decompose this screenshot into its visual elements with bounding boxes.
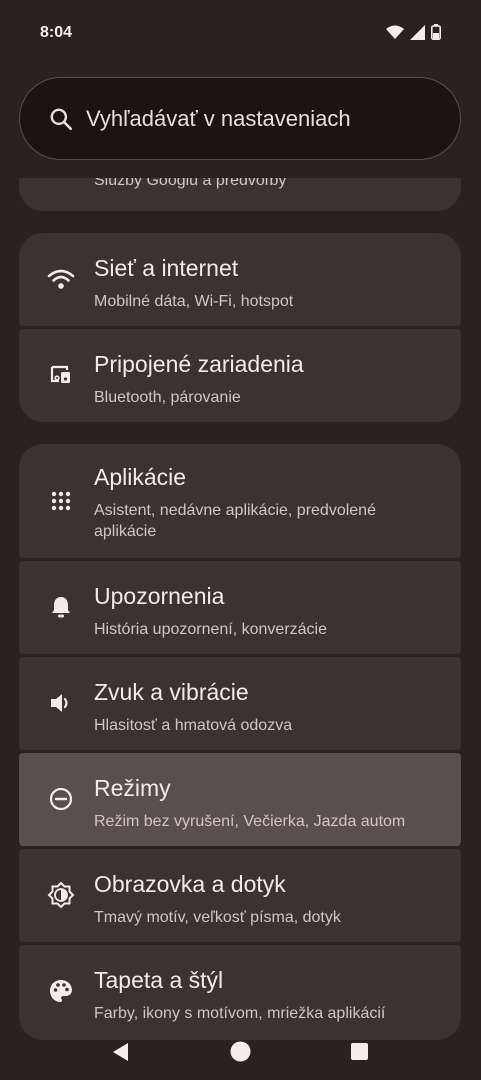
cell-signal-icon — [410, 24, 425, 40]
settings-item-subtitle: Režim bez vyrušení, Večierka, Jazda auto… — [94, 813, 406, 830]
settings-item-modes[interactable]: Režimy Režim bez vyrušení, Večierka, Jaz… — [19, 753, 461, 846]
settings-item-subtitle: Bluetooth, párovanie — [94, 389, 241, 406]
battery-icon — [431, 24, 441, 40]
settings-item-title: Pripojené zariadenia — [94, 351, 304, 377]
settings-item-subtitle: Služby Googlu a predvoľby — [94, 178, 287, 189]
settings-item-google[interactable]: Služby Googlu a predvoľby — [19, 178, 461, 211]
settings-item-apps[interactable]: Aplikácie Asistent, nedávne aplikácie, p… — [19, 444, 461, 558]
wifi-icon — [47, 265, 75, 293]
navigation-bar — [0, 1040, 481, 1080]
settings-item-subtitle: Hlasitosť a hmatová odozva — [94, 717, 293, 734]
settings-item-sound[interactable]: Zvuk a vibrácie Hlasitosť a hmatová odoz… — [19, 657, 461, 750]
status-time: 8:04 — [40, 24, 73, 41]
status-bar: 8:04 — [0, 0, 481, 70]
settings-item-title: Sieť a internet — [94, 255, 239, 281]
settings-item-subtitle: Farby, ikony s motívom, mriežka aplikáci… — [94, 1005, 386, 1022]
settings-item-title: Tapeta a štýl — [94, 967, 224, 993]
palette-icon — [47, 977, 75, 1005]
settings-item-title: Zvuk a vibrácie — [94, 679, 249, 705]
back-button[interactable] — [111, 1042, 129, 1062]
settings-item-subtitle: Tmavý motív, veľkosť písma, dotyk — [94, 909, 341, 926]
settings-item-wallpaper-style[interactable]: Tapeta a štýl Farby, ikony s motívom, mr… — [19, 945, 461, 1040]
settings-item-notifications[interactable]: Upozornenia História upozornení, konverz… — [19, 561, 461, 654]
recents-button[interactable] — [351, 1043, 368, 1060]
settings-item-connected-devices[interactable]: Pripojené zariadenia Bluetooth, párovani… — [19, 329, 461, 422]
bell-icon — [47, 593, 75, 621]
minus-circle-icon — [47, 785, 75, 813]
speaker-icon — [47, 689, 75, 717]
settings-item-subtitle: História upozornení, konverzácie — [94, 621, 328, 638]
home-button[interactable] — [230, 1041, 251, 1062]
settings-list[interactable]: Služby Googlu a predvoľby Sieť a interne… — [0, 178, 481, 1040]
search-bar[interactable] — [19, 77, 461, 160]
settings-item-title: Aplikácie — [94, 464, 187, 490]
wifi-status-icon — [386, 25, 404, 39]
settings-item-subtitle: Asistent, nedávne aplikácie, predvolené … — [94, 502, 376, 540]
devices-icon — [47, 361, 75, 389]
settings-item-title: Upozornenia — [94, 583, 225, 609]
brightness-icon — [47, 881, 75, 909]
settings-item-title: Obrazovka a dotyk — [94, 871, 286, 897]
search-icon — [50, 108, 73, 130]
apps-grid-icon — [47, 487, 75, 515]
settings-item-title: Režimy — [94, 775, 171, 801]
search-input[interactable] — [84, 104, 448, 133]
settings-item-network[interactable]: Sieť a internet Mobilné dáta, Wi‑Fi, hot… — [19, 233, 461, 326]
status-icons — [386, 24, 441, 40]
settings-item-subtitle: Mobilné dáta, Wi‑Fi, hotspot — [94, 293, 294, 310]
settings-item-display[interactable]: Obrazovka a dotyk Tmavý motív, veľkosť p… — [19, 849, 461, 942]
